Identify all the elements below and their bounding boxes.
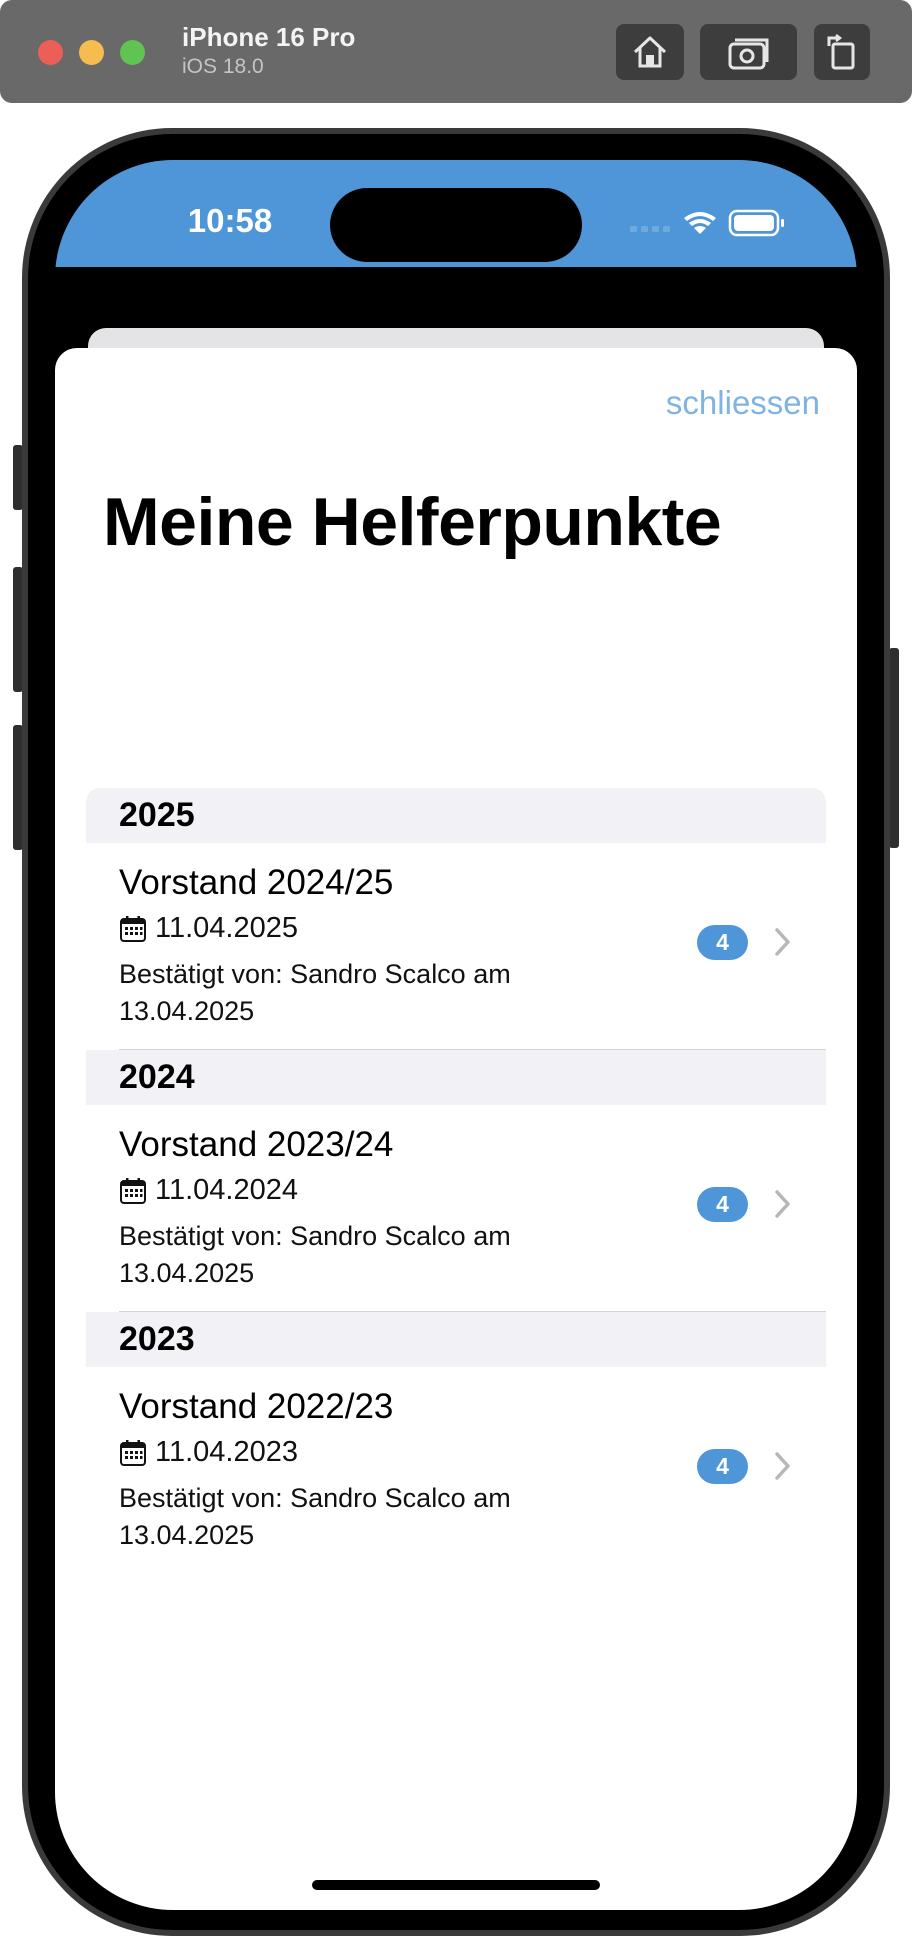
window-close-button[interactable] (38, 40, 63, 65)
item-confirmation: Bestätigt von: Sandro Scalco am 13.04.20… (119, 1483, 511, 1550)
item-date-line: 11.04.2024 (119, 1174, 298, 1207)
home-icon (633, 36, 667, 68)
chevron-right-icon (775, 1190, 790, 1218)
calendar-icon (120, 1439, 146, 1466)
item-confirmation: Bestätigt von: Sandro Scalco am 13.04.20… (119, 1221, 511, 1288)
chevron-right-icon (775, 928, 790, 956)
chevron-right-icon (775, 1452, 790, 1480)
calendar-icon (120, 1177, 146, 1204)
item-date-line: 11.04.2025 (119, 912, 298, 945)
wifi-icon (684, 212, 716, 234)
dynamic-island (330, 188, 582, 262)
calendar-icon (120, 915, 146, 942)
list-item[interactable]: Vorstand 2023/24 11.04.2024 Bestätigt vo… (86, 1105, 826, 1312)
section-header-2025: 2025 (86, 788, 826, 843)
status-time: 10:58 (187, 202, 273, 239)
row-divider (119, 1049, 826, 1050)
item-title: Vorstand 2024/25 (119, 863, 394, 902)
window-minimize-button[interactable] (79, 40, 104, 65)
device-name: iPhone 16 Pro (182, 22, 356, 52)
item-date-line: 11.04.2023 (119, 1436, 298, 1469)
points-badge: 4 (697, 1449, 748, 1484)
helper-points-list: 2025 Vorstand 2024/25 11.04.2025 Bestäti… (86, 788, 826, 1574)
points-badge: 4 (697, 1187, 748, 1222)
cellular-signal-icon (630, 226, 670, 232)
list-item[interactable]: Vorstand 2024/25 11.04.2025 Bestätigt vo… (86, 843, 826, 1050)
window-zoom-button[interactable] (120, 40, 145, 65)
item-date: 11.04.2023 (155, 1436, 298, 1468)
home-button[interactable] (616, 24, 684, 80)
item-confirmation: Bestätigt von: Sandro Scalco am 13.04.20… (119, 959, 511, 1026)
phone-screen: 10:58 schliessen Meine Helferpunkte 2025… (55, 160, 857, 1910)
close-button[interactable]: schliessen (666, 384, 820, 422)
row-divider (119, 1311, 826, 1312)
simulator-toolbar: iPhone 16 Pro iOS 18.0 (0, 0, 912, 103)
screenshot-button[interactable] (700, 24, 797, 80)
status-icons (630, 208, 800, 238)
section-header-2023: 2023 (86, 1312, 826, 1367)
item-title: Vorstand 2022/23 (119, 1387, 394, 1426)
item-date: 11.04.2025 (155, 912, 298, 944)
battery-icon (728, 209, 784, 237)
section-header-2024: 2024 (86, 1050, 826, 1105)
item-date: 11.04.2024 (155, 1174, 298, 1206)
modal-sheet: schliessen Meine Helferpunkte 2025 Vorst… (55, 348, 857, 1910)
item-title: Vorstand 2023/24 (119, 1125, 394, 1164)
page-title: Meine Helferpunkte (103, 484, 722, 560)
os-version: iOS 18.0 (182, 55, 264, 78)
rotate-icon (827, 34, 855, 70)
camera-icon (728, 38, 768, 70)
rotate-button[interactable] (814, 24, 870, 80)
points-badge: 4 (697, 925, 748, 960)
list-item[interactable]: Vorstand 2022/23 11.04.2023 Bestätigt vo… (86, 1367, 826, 1574)
power-button (889, 648, 899, 848)
home-indicator[interactable] (312, 1880, 600, 1890)
